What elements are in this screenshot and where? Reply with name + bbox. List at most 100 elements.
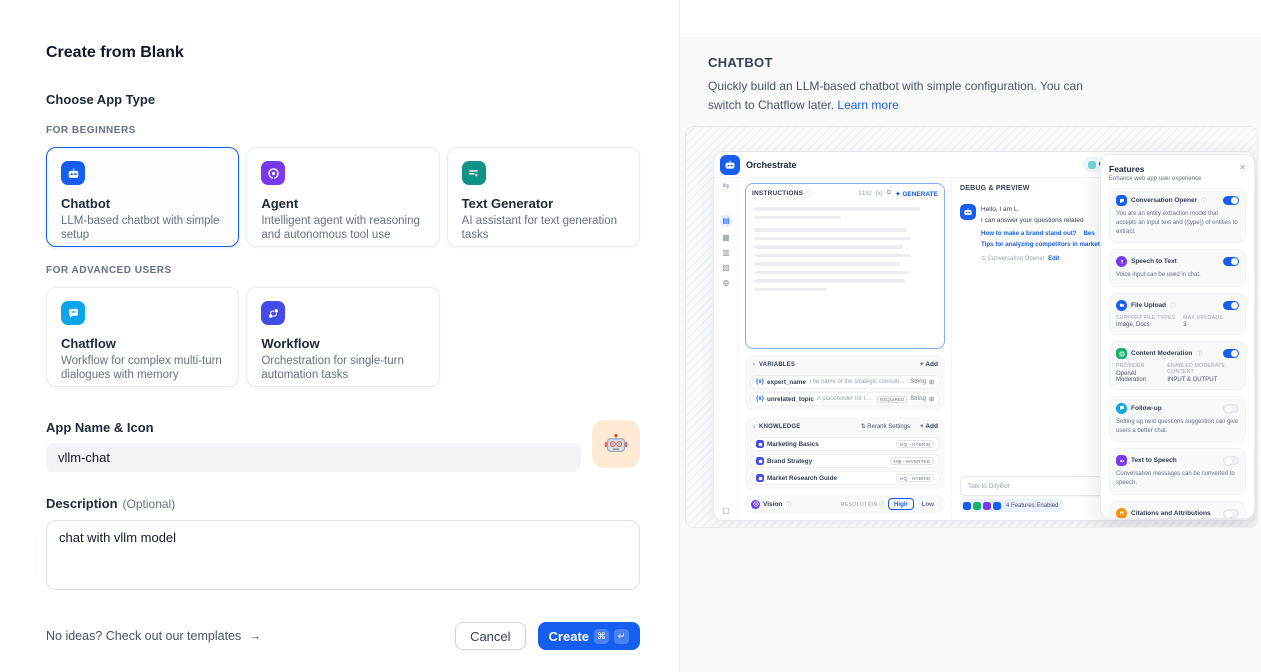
cmd-key-icon: ⌘ xyxy=(594,629,609,644)
features-subtitle: Enhance web app user experience xyxy=(1109,176,1246,182)
modal-footer: No ideas? Check out our templates → Canc… xyxy=(46,622,640,650)
app-type-card-workflow[interactable]: Workflow Orchestration for single-turn a… xyxy=(246,287,439,387)
toggle-on[interactable] xyxy=(1223,349,1239,358)
app-type-title: Chatflow xyxy=(61,336,224,351)
intro-line: I can answer your questions related xyxy=(981,217,1084,224)
skeleton-line xyxy=(754,279,905,283)
text-generator-icon xyxy=(462,161,486,185)
templates-link[interactable]: No ideas? Check out our templates → xyxy=(46,629,261,643)
create-button[interactable]: Create ⌘ ↵ xyxy=(538,622,640,650)
moderation-mini-icon xyxy=(973,502,981,510)
file-upload-mini-icon xyxy=(993,502,1001,510)
resolution-low-chip[interactable]: Low xyxy=(917,499,939,509)
robot-icon xyxy=(603,431,629,457)
greeting-line: Hello, I am L. xyxy=(981,206,1019,213)
document-icon[interactable]: ▥ xyxy=(722,249,730,257)
knowledge-row[interactable]: Marketing Basics HQ · HYBRID xyxy=(750,437,940,451)
orchestrate-sidebar: ⇆ ▤ ▦ ▥ ▧ ◍ ▢ xyxy=(714,178,739,520)
toggle-on[interactable] xyxy=(1223,301,1239,310)
preview-heading: CHATBOT xyxy=(708,55,1258,70)
folder-icon xyxy=(1116,300,1127,311)
caret-down-icon[interactable]: ∨ xyxy=(752,362,756,368)
microphone-icon xyxy=(1116,256,1127,267)
toggle-off[interactable] xyxy=(1223,404,1239,413)
for-beginners-label: FOR BEGINNERS xyxy=(46,125,640,136)
add-variable-button[interactable]: + Add xyxy=(920,361,938,368)
caret-down-icon[interactable]: ∨ xyxy=(752,424,756,430)
for-advanced-users-label: FOR ADVANCED USERS xyxy=(46,265,640,276)
cancel-button[interactable]: Cancel xyxy=(455,622,525,650)
copy-icon[interactable]: ⧉ xyxy=(887,190,891,197)
vision-icon xyxy=(751,500,760,509)
suggested-question[interactable]: Tips for analyzing competitors in market xyxy=(981,241,1100,248)
skeleton-line xyxy=(754,271,909,275)
toggle-on[interactable] xyxy=(1223,196,1239,205)
rerank-settings-button[interactable]: ⇅ Rerank Settings xyxy=(861,423,910,430)
edit-opener-link[interactable]: Edit xyxy=(1048,256,1059,262)
preview-description: Quickly build an LLM-based chatbot with … xyxy=(708,77,1103,114)
chat-input-placeholder: Talk to DifyBot xyxy=(968,483,1010,490)
note-icon[interactable]: ▧ xyxy=(722,264,730,272)
app-type-card-agent[interactable]: Agent Intelligent agent with reasoning a… xyxy=(246,147,439,247)
info-icon: ⓘ xyxy=(1170,301,1176,310)
arrow-right-icon: → xyxy=(249,629,262,643)
variable-settings-icon[interactable]: ⊞ xyxy=(929,396,934,403)
app-name-input[interactable] xyxy=(46,443,581,472)
description-optional-label: (Optional) xyxy=(123,497,176,511)
chatflow-icon xyxy=(61,301,85,325)
knowledge-row[interactable]: Brand Strategy HQ · INVERTED xyxy=(750,454,940,468)
toggle-off[interactable] xyxy=(1223,456,1239,465)
description-label-row: Description (Optional) xyxy=(46,496,640,511)
model-provider-icon xyxy=(1088,161,1096,169)
app-name-block: App Name & Icon xyxy=(46,420,640,472)
skeleton-line xyxy=(754,288,827,292)
variable-token-icon: {x} xyxy=(756,396,764,402)
dataset-icon xyxy=(756,440,764,448)
citations-icon xyxy=(1116,508,1127,519)
features-enabled-pill[interactable]: 4 Features Enabled xyxy=(960,499,1064,512)
beginner-cards-row: Chatbot LLM-based chatbot with simple se… xyxy=(46,147,640,247)
learn-more-link[interactable]: Learn more xyxy=(837,98,898,112)
description-textarea[interactable]: chat with vllm model xyxy=(46,520,640,590)
features-title: Features xyxy=(1109,164,1144,174)
page-title: Create from Blank xyxy=(46,44,640,62)
instructions-title: INSTRUCTIONS xyxy=(752,190,803,197)
dataset-icon xyxy=(756,474,764,482)
variable-row[interactable]: {x} unrelated_topic A placeholder for to… xyxy=(750,392,940,406)
app-type-desc: LLM-based chatbot with simple setup xyxy=(61,214,224,242)
add-knowledge-button[interactable]: + Add xyxy=(920,423,938,430)
resolution-high-chip[interactable]: High xyxy=(888,498,914,510)
app-icon-picker[interactable] xyxy=(592,420,640,468)
choose-app-type-label: Choose App Type xyxy=(46,92,640,107)
variable-token-icon[interactable]: {x} xyxy=(876,191,883,197)
knowledge-card: ∨ KNOWLEDGE ⇅ Rerank Settings + Add Mark… xyxy=(745,417,945,490)
agent-icon xyxy=(261,161,285,185)
collapse-icon[interactable]: ▢ xyxy=(722,506,730,515)
create-button-label: Create xyxy=(549,629,589,644)
instructions-skeleton xyxy=(746,201,944,297)
variable-settings-icon[interactable]: ⊞ xyxy=(929,379,934,386)
create-from-blank-panel: Create from Blank Choose App Type FOR BE… xyxy=(0,0,679,672)
app-type-title: Text Generator xyxy=(462,196,625,211)
swap-icon[interactable]: ⇆ xyxy=(723,182,730,190)
app-type-card-chatbot[interactable]: Chatbot LLM-based chatbot with simple se… xyxy=(46,147,239,247)
knowledge-title: KNOWLEDGE xyxy=(759,424,800,430)
app-type-card-text-generator[interactable]: Text Generator AI assistant for text gen… xyxy=(447,147,640,247)
close-icon[interactable]: ✕ xyxy=(1239,164,1246,172)
suggested-question[interactable]: How to make a brand stand out? Bes xyxy=(981,230,1100,237)
globe-icon[interactable]: ◍ xyxy=(723,279,730,287)
generate-button[interactable]: ✦ GENERATE xyxy=(895,190,938,198)
variables-title: VARIABLES xyxy=(759,362,795,368)
variable-row[interactable]: {x} expert_name The name of the strategi… xyxy=(750,375,940,389)
toggle-off[interactable] xyxy=(1223,509,1239,518)
toggle-on[interactable] xyxy=(1223,257,1239,266)
feature-conversation-opener: Conversation Opener ⓘ You are an entity … xyxy=(1109,188,1246,243)
features-enabled-label: 4 Features Enabled xyxy=(1006,503,1058,509)
prompt-panel-icon[interactable]: ▤ xyxy=(720,215,732,227)
knowledge-row[interactable]: Market Research Guide HQ · HYBRID xyxy=(750,471,940,485)
skeleton-line xyxy=(754,245,903,249)
app-type-card-chatflow[interactable]: Chatflow Workflow for complex multi-turn… xyxy=(46,287,239,387)
info-icon: ⓘ xyxy=(1196,349,1202,358)
image-icon[interactable]: ▦ xyxy=(722,234,730,242)
skeleton-line xyxy=(754,262,900,266)
